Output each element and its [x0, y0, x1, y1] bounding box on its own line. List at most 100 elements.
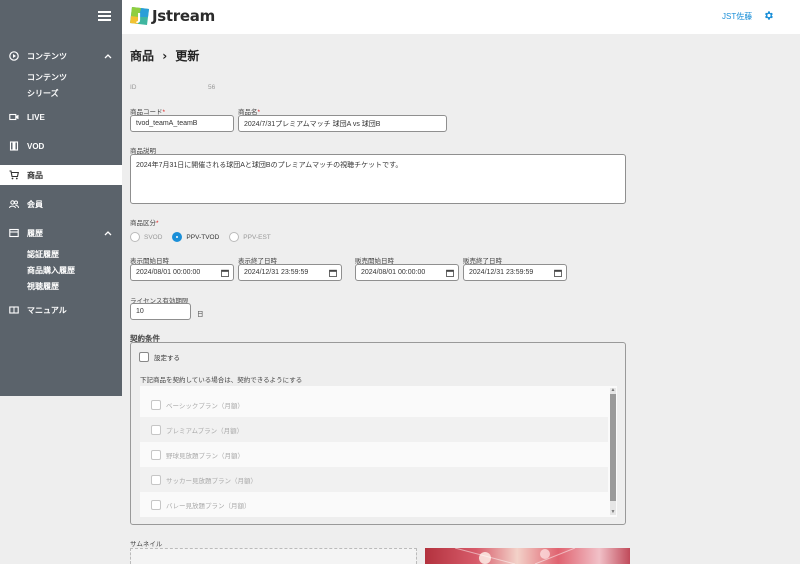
hamburger-menu-icon[interactable] — [98, 11, 111, 21]
sidebar-subitem-contents[interactable]: コンテンツ — [27, 72, 67, 83]
sidebar-item-label: VOD — [27, 141, 45, 151]
description-value: 2024年7月31日に開催される球団Aと球団Bのプレミアムマッチの視聴チケットで… — [136, 162, 403, 169]
sidebar-item-label: マニュアル — [27, 305, 67, 315]
product-code-value: tvod_teamA_teamB — [136, 120, 198, 127]
sidebar-item-vod[interactable]: VOD — [0, 136, 122, 156]
list-item[interactable]: ベーシックプラン（月額） — [140, 392, 608, 417]
product-name-input[interactable]: 2024/7/31プレミアムマッチ 球団A vs 球団B — [238, 115, 447, 132]
contract-conditions-panel: 設定する 下記商品を契約している場合は、契約できるようにする ベーシックプラン（… — [130, 342, 626, 525]
sidebar-item-manual[interactable]: マニュアル — [0, 300, 122, 320]
plan-checkbox[interactable] — [151, 399, 161, 410]
sidebar-item-label: 会員 — [27, 199, 43, 209]
sidebar-item-live[interactable]: LIVE — [0, 107, 122, 127]
calendar-icon[interactable] — [221, 269, 229, 277]
product-code-input[interactable]: tvod_teamA_teamB — [130, 115, 234, 132]
plan-list: ベーシックプラン（月額） プレミアムプラン（月額） 野球見放題プラン（月額） サ… — [140, 386, 617, 517]
sidebar-subitem-purchase-history[interactable]: 商品購入履歴 — [27, 265, 75, 276]
display-start-value: 2024/08/01 00:00:00 — [136, 269, 201, 276]
list-item[interactable]: 野球見放題プラン（月額） — [140, 442, 608, 467]
radio-svod[interactable] — [130, 232, 140, 242]
plan-label: 野球見放題プラン（月額） — [166, 452, 244, 460]
video-camera-icon — [9, 112, 19, 122]
plan-label: サッカー見放題プラン（月額） — [166, 477, 257, 485]
calendar-icon[interactable] — [554, 269, 562, 277]
thumbnail-preview-image — [425, 548, 630, 564]
sidebar-item-members[interactable]: 会員 — [0, 194, 122, 214]
license-input[interactable]: 10 — [130, 303, 191, 320]
product-type-label: 商品区分* — [130, 220, 159, 227]
play-circle-icon — [9, 51, 19, 61]
history-icon — [9, 228, 19, 238]
scroll-thumb[interactable] — [610, 394, 616, 501]
plan-label: バレー見放題プラン（月額） — [166, 502, 251, 510]
calendar-icon[interactable] — [446, 269, 454, 277]
radio-ppv-tvod[interactable] — [172, 232, 183, 242]
chevron-up-icon — [104, 52, 112, 59]
display-start-input[interactable]: 2024/08/01 00:00:00 — [130, 264, 234, 281]
sidebar-subitem-series[interactable]: シリーズ — [27, 88, 59, 99]
plan-checkbox[interactable] — [151, 474, 161, 485]
contract-set-label: 設定する — [154, 355, 180, 362]
license-unit: 日 — [197, 311, 204, 318]
film-icon — [9, 141, 19, 151]
chevron-right-icon: › — [162, 49, 168, 63]
plan-checkbox[interactable] — [151, 449, 161, 460]
menu-toggle-area — [0, 0, 122, 34]
id-value: 56 — [208, 84, 216, 91]
scroll-up-arrow-icon[interactable]: ▲ — [610, 388, 616, 393]
description-textarea[interactable]: 2024年7月31日に開催される球団Aと球団Bのプレミアムマッチの視聴チケットで… — [130, 154, 626, 204]
contract-set-row: 設定する — [139, 352, 180, 362]
sidebar-item-label: 履歴 — [27, 228, 43, 238]
thumbnail-label: サムネイル — [130, 541, 163, 548]
sidebar-item-contents[interactable]: コンテンツ — [0, 46, 122, 66]
chevron-up-icon — [104, 229, 112, 236]
contract-set-checkbox[interactable] — [139, 352, 149, 362]
sidebar-item-label: LIVE — [27, 112, 45, 122]
sale-end-value: 2024/12/31 23:59:59 — [469, 269, 534, 276]
product-type-radio-group: SVOD PPV-TVOD PPV-EST — [130, 232, 281, 242]
plan-label: ベーシックプラン（月額） — [166, 402, 244, 410]
sidebar-item-label: 商品 — [27, 170, 43, 180]
list-item[interactable]: サッカー見放題プラン（月額） — [140, 467, 608, 492]
list-item[interactable]: プレミアムプラン（月額） — [140, 417, 608, 442]
sale-start-input[interactable]: 2024/08/01 00:00:00 — [355, 264, 459, 281]
breadcrumb-current: 更新 — [175, 49, 200, 63]
display-end-value: 2024/12/31 23:59:59 — [244, 269, 309, 276]
id-label: ID — [130, 84, 137, 91]
gear-icon[interactable] — [763, 10, 774, 21]
plan-list-scrollbar[interactable]: ▲ ▼ — [610, 388, 616, 515]
logo-text: Jstream — [152, 7, 215, 25]
sidebar-subitem-auth-history[interactable]: 認証履歴 — [27, 249, 59, 260]
contract-note: 下記商品を契約している場合は、契約できるようにする — [140, 377, 303, 384]
sidebar-item-label: コンテンツ — [27, 51, 67, 61]
radio-label-ppv-tvod: PPV-TVOD — [186, 233, 220, 241]
plan-label: プレミアムプラン（月額） — [166, 427, 244, 435]
list-item[interactable]: バレー見放題プラン（月額） — [140, 492, 608, 517]
sale-end-input[interactable]: 2024/12/31 23:59:59 — [463, 264, 567, 281]
plan-checkbox[interactable] — [151, 424, 161, 435]
license-value: 10 — [136, 308, 144, 315]
breadcrumb: 商品 › 更新 — [130, 47, 199, 64]
sidebar-item-history[interactable]: 履歴 — [0, 223, 122, 243]
display-end-input[interactable]: 2024/12/31 23:59:59 — [238, 264, 342, 281]
sidebar-subitem-view-history[interactable]: 視聴履歴 — [27, 281, 59, 292]
user-name-link[interactable]: JST佐藤 — [722, 11, 752, 22]
radio-ppv-est[interactable] — [229, 232, 240, 242]
sidebar: コンテンツ コンテンツ シリーズ LIVE VOD 商品 会員 履歴 認証履歴 … — [0, 34, 122, 396]
app-logo[interactable]: J Jstream — [129, 4, 215, 28]
thumbnail-upload-area[interactable] — [130, 548, 417, 564]
radio-label-ppv-est: PPV-EST — [243, 233, 271, 241]
radio-label-svod: SVOD — [144, 233, 163, 241]
sidebar-item-products[interactable]: 商品 — [0, 165, 122, 185]
cart-icon — [9, 170, 19, 180]
book-icon — [9, 305, 19, 315]
calendar-icon[interactable] — [329, 269, 337, 277]
users-icon — [9, 199, 19, 209]
product-name-value: 2024/7/31プレミアムマッチ 球団A vs 球団B — [244, 120, 381, 128]
breadcrumb-parent[interactable]: 商品 — [130, 49, 154, 63]
svg-text:J: J — [136, 11, 141, 24]
top-header: J Jstream JST佐藤 — [0, 0, 800, 34]
sale-start-value: 2024/08/01 00:00:00 — [361, 269, 426, 276]
scroll-down-arrow-icon[interactable]: ▼ — [610, 510, 616, 515]
plan-checkbox[interactable] — [151, 499, 161, 510]
